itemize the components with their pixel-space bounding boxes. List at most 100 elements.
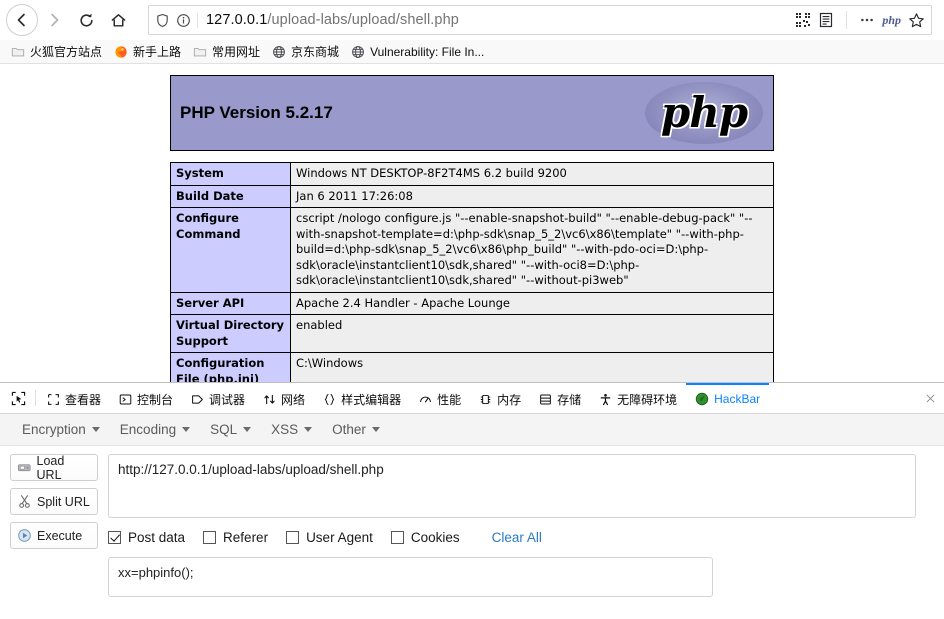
- php-extension-icon[interactable]: php: [882, 13, 901, 28]
- table-row: Server API Apache 2.4 Handler - Apache L…: [170, 291, 774, 316]
- devtools-panel: 查看器 控制台 调试器 网络 样式编辑器 性能 内存 存储 无障碍环境 Hack…: [0, 382, 944, 619]
- debugger-icon: [191, 393, 204, 406]
- bookmark-label: 新手上路: [133, 45, 182, 59]
- ellipsis-icon[interactable]: [859, 12, 875, 28]
- checkbox-label: User Agent: [306, 530, 373, 545]
- checkbox-icon: [286, 531, 300, 544]
- table-cell-value: Windows NT DESKTOP-8F2T4MS 6.2 build 920…: [290, 162, 774, 186]
- phpinfo-table: System Windows NT DESKTOP-8F2T4MS 6.2 bu…: [170, 162, 774, 382]
- php-version-title: PHP Version 5.2.17: [180, 103, 333, 122]
- back-button[interactable]: [6, 4, 38, 36]
- url-input[interactable]: http://127.0.0.1/upload-labs/upload/shel…: [108, 454, 916, 518]
- tab-performance[interactable]: 性能: [410, 383, 470, 413]
- globe-icon: [352, 45, 364, 58]
- tab-label: 样式编辑器: [341, 392, 402, 407]
- tab-hackbar[interactable]: HackBar: [686, 383, 770, 413]
- table-row: Build Date Jan 6 2011 17:26:08: [170, 184, 774, 209]
- menu-encryption[interactable]: Encryption: [12, 418, 110, 441]
- tab-inspector[interactable]: 查看器: [38, 383, 110, 413]
- checkbox-label: Referer: [223, 530, 269, 545]
- tab-label: HackBar: [714, 392, 761, 406]
- bookmark-item[interactable]: Vulnerability: File In...: [346, 43, 489, 61]
- shield-icon: [157, 13, 168, 27]
- globe-icon: [273, 45, 285, 58]
- tab-accessibility[interactable]: 无障碍环境: [590, 383, 686, 413]
- url-host: 127.0.0.1: [206, 12, 268, 28]
- tab-console[interactable]: 控制台: [110, 383, 182, 413]
- url-path: /upload-labs/upload/shell.php: [267, 12, 459, 28]
- load-url-button[interactable]: Load URL: [10, 453, 98, 482]
- tab-debugger[interactable]: 调试器: [182, 383, 254, 413]
- bookmark-label: 京东商城: [291, 45, 340, 59]
- accessibility-icon: [599, 393, 612, 406]
- table-cell-value: cscript /nologo configure.js "--enable-s…: [290, 207, 774, 293]
- bookmarks-toolbar: 火狐官方站点 新手上路 常用网址 京东商城 Vulnerability: Fil…: [0, 40, 944, 64]
- tab-label: 网络: [281, 392, 306, 407]
- element-picker-button[interactable]: [3, 383, 33, 413]
- chevron-down-icon: [371, 427, 380, 432]
- chevron-down-icon: [182, 427, 191, 432]
- clear-all-link[interactable]: Clear All: [492, 530, 542, 545]
- forward-button[interactable]: [38, 4, 70, 36]
- home-icon: [111, 13, 125, 27]
- home-button[interactable]: [102, 4, 134, 36]
- tab-storage[interactable]: 存储: [530, 383, 590, 413]
- tab-label: 控制台: [137, 392, 174, 407]
- bookmark-item[interactable]: 京东商城: [267, 41, 344, 62]
- phpinfo-output: PHP Version 5.2.17 php System Windows NT…: [170, 65, 774, 382]
- menu-sql[interactable]: SQL: [200, 418, 261, 441]
- menu-xss[interactable]: XSS: [261, 418, 322, 441]
- menu-other[interactable]: Other: [322, 418, 390, 441]
- table-cell-key: Configuration File (php.ini) Path: [170, 352, 291, 382]
- checkbox-icon: [390, 531, 404, 544]
- user-agent-checkbox[interactable]: User Agent: [286, 530, 373, 545]
- tab-label: 性能: [437, 392, 462, 407]
- hackbar-body: Load URL Split URL Execute http://127.0.…: [0, 446, 944, 597]
- tab-label: 查看器: [65, 392, 102, 407]
- url-bar-actions: php: [795, 11, 927, 29]
- execute-button[interactable]: Execute: [10, 522, 98, 549]
- post-data-checkbox[interactable]: Post data: [108, 530, 185, 545]
- button-label: Load URL: [36, 453, 65, 482]
- tab-label: 调试器: [209, 392, 246, 407]
- bookmark-label: 常用网址: [212, 45, 261, 59]
- post-data-input[interactable]: xx=phpinfo();: [108, 557, 713, 597]
- tab-network[interactable]: 网络: [254, 383, 314, 413]
- element-picker-icon: [11, 391, 25, 405]
- cookies-checkbox[interactable]: Cookies: [390, 530, 460, 545]
- star-icon[interactable]: [908, 12, 925, 29]
- tab-label: 存储: [557, 392, 582, 407]
- console-icon: [119, 393, 132, 406]
- table-cell-key: System: [170, 162, 291, 186]
- table-cell-key: Build Date: [170, 184, 291, 209]
- bookmark-item[interactable]: 新手上路: [109, 41, 186, 62]
- url-text[interactable]: 127.0.0.1/upload-labs/upload/shell.php: [206, 12, 795, 28]
- bookmark-item[interactable]: 常用网址: [188, 41, 265, 62]
- table-row: System Windows NT DESKTOP-8F2T4MS 6.2 bu…: [170, 162, 774, 186]
- url-bar[interactable]: 127.0.0.1/upload-labs/upload/shell.php p…: [148, 5, 932, 35]
- checkbox-icon: [203, 531, 217, 544]
- split-url-button[interactable]: Split URL: [10, 488, 98, 515]
- bookmark-item[interactable]: 火狐官方站点: [6, 41, 107, 62]
- qr-code-icon[interactable]: [795, 12, 811, 28]
- arrow-right-icon: [51, 13, 59, 27]
- table-cell-value: Apache 2.4 Handler - Apache Lounge: [290, 291, 774, 316]
- network-icon: [263, 393, 276, 406]
- devtools-close-button[interactable]: [925, 383, 944, 413]
- php-logo-text: php: [660, 88, 748, 137]
- tab-memory[interactable]: 内存: [470, 383, 530, 413]
- referer-checkbox[interactable]: Referer: [203, 530, 268, 545]
- tab-style-editor[interactable]: 样式编辑器: [314, 383, 410, 413]
- hackbar-action-buttons: Load URL Split URL Execute: [10, 454, 98, 597]
- chevron-down-icon: [91, 427, 100, 432]
- menu-label: SQL: [210, 422, 238, 437]
- arrow-left-icon: [17, 13, 25, 27]
- table-cell-value: enabled: [290, 314, 774, 354]
- reload-button[interactable]: [70, 4, 102, 36]
- folder-icon: [193, 47, 207, 56]
- menu-encoding[interactable]: Encoding: [110, 418, 200, 441]
- hackbar-menubar: Encryption Encoding SQL XSS Other: [0, 414, 944, 446]
- reader-view-icon[interactable]: [818, 12, 834, 28]
- table-row: Configure Command cscript /nologo config…: [170, 207, 774, 293]
- url-identity-box[interactable]: [155, 12, 198, 28]
